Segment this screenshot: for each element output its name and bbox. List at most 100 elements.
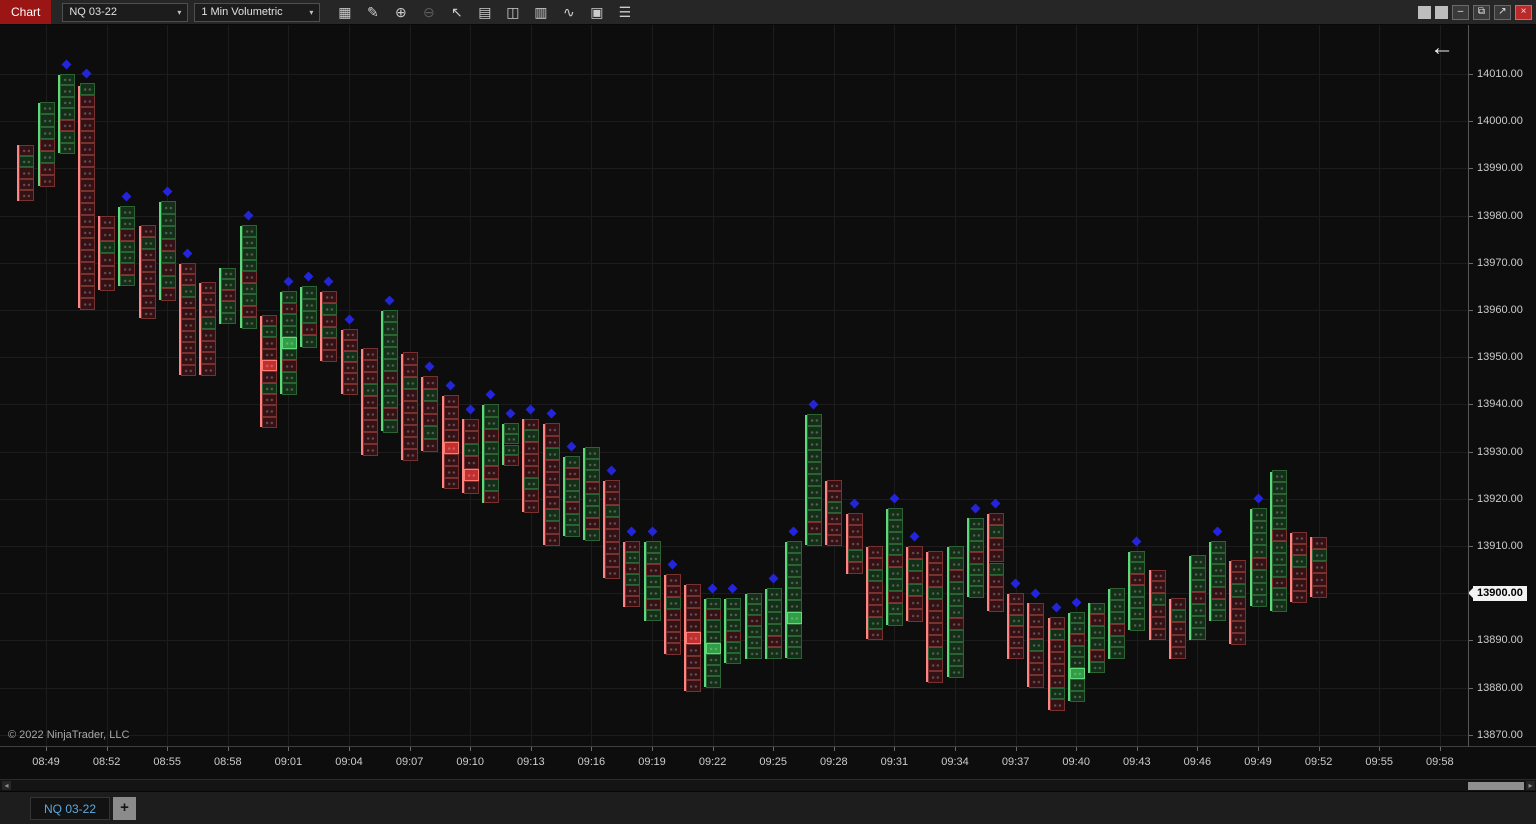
cursor-icon[interactable]: ↖ [447,3,466,22]
volume-cell [180,319,196,331]
add-tab-button[interactable]: + [113,797,137,820]
zoom-out-icon[interactable]: ⊖ [419,3,438,22]
time-axis-label: 09:31 [880,756,909,768]
volume-cell [544,521,560,534]
tab-nq-03-22[interactable]: NQ 03-22 [30,797,111,820]
gridline-vertical [167,25,169,746]
last-price-value: 13900.00 [1477,586,1523,599]
volume-cell [544,447,560,461]
volume-cell [665,597,681,609]
scroll-right-icon[interactable]: ▸ [1526,781,1535,790]
strategies-icon[interactable]: ▣ [587,3,606,22]
candle [320,291,338,362]
instrument-link-icon[interactable] [1418,5,1431,19]
volume-cell [281,371,297,384]
volume-cell [786,635,802,648]
trade-marker-icon [970,503,981,514]
restore-button[interactable]: ⧉ [1473,4,1490,20]
volume-cell [39,162,55,176]
trade-marker-icon [889,493,900,504]
time-axis[interactable]: 08:49 08:52 08:55 08:58 09:01 09:04 09:07 09:10… [0,747,1536,779]
volume-cell [1069,634,1085,646]
price-line [582,447,585,541]
volume-cell [261,360,277,372]
bar-type-icon[interactable]: ▥ [531,3,550,22]
price-axis-label: 13890.00 [1477,634,1523,647]
instrument-selector[interactable]: NQ 03-22 ▾ [62,2,189,22]
price-axis-label: 13940.00 [1477,398,1523,411]
volume-cell [1130,562,1146,574]
price-line [380,311,383,432]
time-axis-label: 09:19 [638,756,666,768]
time-tick [167,747,169,751]
volume-cell [1110,635,1126,648]
volume-cell [362,371,378,384]
volume-cell [584,529,600,542]
candle [966,517,984,598]
scroll-back-arrow-icon[interactable]: ← [1430,35,1454,61]
price-tick [1469,498,1473,500]
time-tick [227,747,229,751]
scrollbar-thumb[interactable] [1468,782,1524,790]
chart-trader-icon[interactable]: ◫ [503,3,522,22]
volume-cell [483,441,499,454]
close-button[interactable]: × [1515,4,1532,20]
volume-cell [19,156,35,168]
candle [138,225,156,320]
volume-cell [746,604,762,616]
minimize-button[interactable]: – [1452,4,1469,20]
gridline-vertical [530,25,532,746]
time-tick [530,747,532,751]
price-line [1209,542,1212,621]
undock-button[interactable]: ↗ [1494,4,1511,20]
chart-plot[interactable]: © 2022 NinjaTrader, LLC ← [0,25,1468,747]
drawing-tools-icon[interactable]: ✎ [363,3,382,22]
volume-cell [423,388,439,402]
time-axis-label: 09:04 [335,756,363,768]
volume-cell [342,339,358,351]
volume-cell [120,274,136,287]
volume-cell [180,262,196,275]
volume-cell [1029,651,1045,664]
price-tick [1469,262,1473,264]
volume-cell [726,641,742,653]
time-axis-label: 08:58 [214,756,242,768]
scroll-left-icon[interactable]: ◂ [2,781,11,790]
volume-cell [1009,648,1025,660]
candle [481,404,499,504]
trade-marker-icon [525,404,536,414]
price-line [542,424,545,545]
volume-cell [241,225,257,237]
volume-cell [403,448,419,461]
volume-cell [887,520,903,532]
volume-cell [524,477,540,490]
price-axis[interactable]: 13900.00 14010.00 14000.00 13990.00 13980.0… [1468,25,1536,747]
time-axis-label: 09:07 [395,756,424,768]
time-axis-label: 09:34 [941,756,969,768]
properties-icon[interactable]: ☰ [615,3,634,22]
volume-cell [261,371,277,383]
time-tick [1379,747,1381,751]
volume-cell [79,107,95,120]
volume-cell [544,533,560,546]
volume-cell [685,595,701,608]
price-axis-label: 13930.00 [1477,445,1523,458]
price-line [239,226,242,328]
candle [17,144,35,202]
volume-cell [968,563,984,575]
volume-cell [180,308,196,320]
data-grid-icon[interactable]: ▦ [335,3,354,22]
zoom-in-icon[interactable]: ⊕ [391,3,410,22]
time-axis-label: 08:55 [153,756,181,768]
interval-link-icon[interactable] [1435,5,1448,19]
time-axis-label: 09:40 [1062,756,1090,768]
volume-cell [948,642,964,655]
volume-cell [1271,505,1287,518]
price-line [643,542,646,621]
volume-cell [1009,637,1025,649]
candle [603,479,621,579]
indicators-icon[interactable]: ∿ [559,3,578,22]
snapshot-icon[interactable]: ▤ [475,3,494,22]
trade-marker-icon [323,276,334,287]
interval-selector[interactable]: 1 Min Volumetric ▾ [194,2,321,22]
